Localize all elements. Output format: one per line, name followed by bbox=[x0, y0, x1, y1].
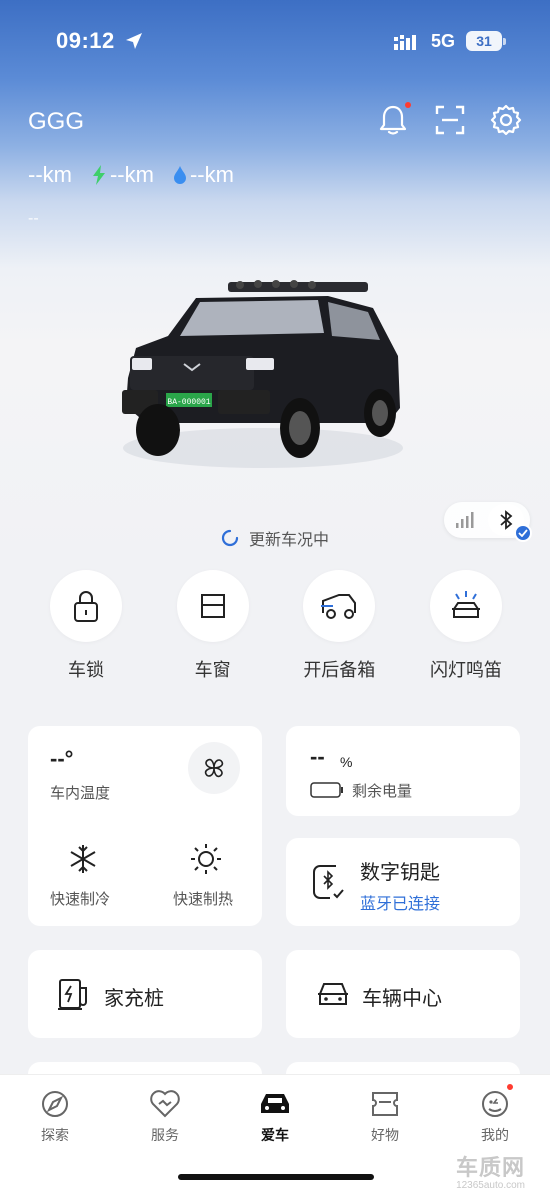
sun-icon bbox=[191, 844, 221, 874]
flash-horn-icon bbox=[451, 591, 480, 618]
control-window[interactable]: 车窗 bbox=[153, 570, 273, 682]
lock-button[interactable] bbox=[50, 570, 122, 642]
quick-heat-button[interactable]: 快速制热 bbox=[145, 836, 262, 926]
tab-label: 我的 bbox=[481, 1127, 509, 1143]
window-button[interactable] bbox=[176, 570, 249, 642]
vehicle-center-label: 车辆中心 bbox=[362, 988, 442, 1010]
watermark-url: 12365auto.com bbox=[456, 1180, 526, 1191]
tab-label: 服务 bbox=[151, 1127, 179, 1143]
home-charger-card[interactable]: 家充桩 bbox=[28, 950, 262, 1038]
snowflake-icon bbox=[70, 845, 96, 873]
watermark-title: 车质网 bbox=[456, 1155, 526, 1180]
range-row: --km --km --km bbox=[28, 162, 234, 188]
control-label: 车窗 bbox=[194, 660, 231, 680]
battery-unit: % bbox=[340, 754, 353, 770]
lightning-icon bbox=[92, 165, 105, 185]
status-time: 09:12 bbox=[56, 28, 115, 53]
watermark: 车质网 12365auto.com bbox=[456, 1150, 525, 1191]
vehicle-center-card[interactable]: 车辆中心 bbox=[286, 950, 520, 1038]
charger-label: 家充桩 bbox=[104, 988, 164, 1010]
control-label: 开后备箱 bbox=[303, 660, 376, 680]
digital-key-card[interactable]: 数字钥匙 蓝牙已连接 bbox=[286, 838, 520, 926]
sub-info: -- bbox=[28, 210, 39, 227]
battery-indicator: 31 bbox=[466, 31, 502, 51]
fan-button[interactable] bbox=[188, 742, 240, 794]
update-text: 更新车况中 bbox=[248, 532, 329, 549]
control-trunk[interactable]: 开后备箱 bbox=[279, 570, 399, 682]
quick-heat-label: 快速制热 bbox=[173, 891, 234, 908]
bell-icon bbox=[379, 105, 407, 135]
lock-icon bbox=[74, 591, 98, 622]
license-plate: BA-000001 bbox=[167, 398, 210, 407]
climate-card[interactable]: --° 车内温度 快速制冷 快速制热 bbox=[28, 726, 262, 926]
digital-key-icon bbox=[313, 865, 344, 899]
home-indicator[interactable] bbox=[178, 1174, 374, 1180]
battery-card[interactable]: -- % 剩余电量 bbox=[286, 726, 520, 816]
gear-icon bbox=[490, 104, 522, 136]
control-flash-horn[interactable]: 闪灯鸣笛 bbox=[406, 570, 526, 682]
update-status: 更新车况中 bbox=[0, 526, 550, 550]
digital-key-status: 蓝牙已连接 bbox=[360, 896, 441, 913]
fuel-drop-icon bbox=[173, 166, 186, 184]
shop-icon bbox=[372, 1092, 398, 1116]
scan-icon bbox=[435, 105, 465, 135]
vehicle-icon bbox=[318, 983, 348, 1005]
tab-shop[interactable]: 好物 bbox=[345, 1089, 425, 1145]
control-label: 闪灯鸣笛 bbox=[429, 660, 502, 680]
cabin-temp-label: 车内温度 bbox=[50, 785, 111, 802]
total-range: --km bbox=[28, 162, 72, 187]
loading-spinner-icon bbox=[221, 529, 239, 547]
car-name[interactable]: GGG bbox=[28, 108, 84, 136]
battery-tip bbox=[503, 38, 506, 45]
battery-value: -- bbox=[310, 744, 325, 769]
car-icon bbox=[261, 1094, 289, 1113]
charger-icon bbox=[58, 979, 87, 1010]
tab-label: 探索 bbox=[41, 1127, 69, 1143]
tab-label: 爱车 bbox=[261, 1127, 289, 1143]
tab-car[interactable]: 爱车 bbox=[235, 1089, 315, 1145]
tab-profile[interactable]: 我的 bbox=[455, 1089, 535, 1145]
car-image[interactable]: BA-000001 bbox=[118, 278, 408, 478]
digital-key-title: 数字钥匙 bbox=[360, 862, 440, 884]
electric-range: --km bbox=[109, 162, 154, 187]
network-type: 5G bbox=[431, 31, 456, 51]
profile-icon bbox=[482, 1091, 508, 1117]
quick-controls: 车锁 车窗 开后备箱 闪灯鸣笛 bbox=[26, 570, 526, 682]
control-label: 车锁 bbox=[68, 660, 104, 680]
quick-cool-button[interactable]: 快速制冷 bbox=[28, 836, 145, 926]
service-icon bbox=[150, 1090, 180, 1118]
scan-button[interactable] bbox=[432, 102, 468, 138]
flash-horn-button[interactable] bbox=[429, 570, 502, 642]
control-lock[interactable]: 车锁 bbox=[26, 570, 146, 682]
tab-label: 好物 bbox=[371, 1127, 399, 1143]
fan-icon bbox=[204, 758, 224, 778]
battery-level-icon bbox=[310, 782, 343, 798]
location-arrow-icon bbox=[126, 33, 142, 49]
status-bar: 09:12 5G 31 bbox=[0, 22, 550, 62]
battery-label: 剩余电量 bbox=[352, 783, 413, 800]
settings-button[interactable] bbox=[488, 102, 524, 138]
profile-notification-dot bbox=[507, 1084, 513, 1090]
notification-dot bbox=[405, 102, 411, 108]
trunk-icon bbox=[321, 594, 357, 619]
window-icon bbox=[200, 594, 225, 618]
tab-explore[interactable]: 探索 bbox=[15, 1089, 95, 1145]
signal-icon bbox=[394, 35, 416, 50]
cabin-temp-value: --° bbox=[50, 746, 74, 771]
explore-icon bbox=[42, 1091, 68, 1117]
fuel-range: --km bbox=[189, 162, 234, 187]
quick-cool-label: 快速制冷 bbox=[50, 891, 111, 908]
tab-service[interactable]: 服务 bbox=[125, 1089, 205, 1145]
trunk-button[interactable] bbox=[303, 570, 376, 642]
